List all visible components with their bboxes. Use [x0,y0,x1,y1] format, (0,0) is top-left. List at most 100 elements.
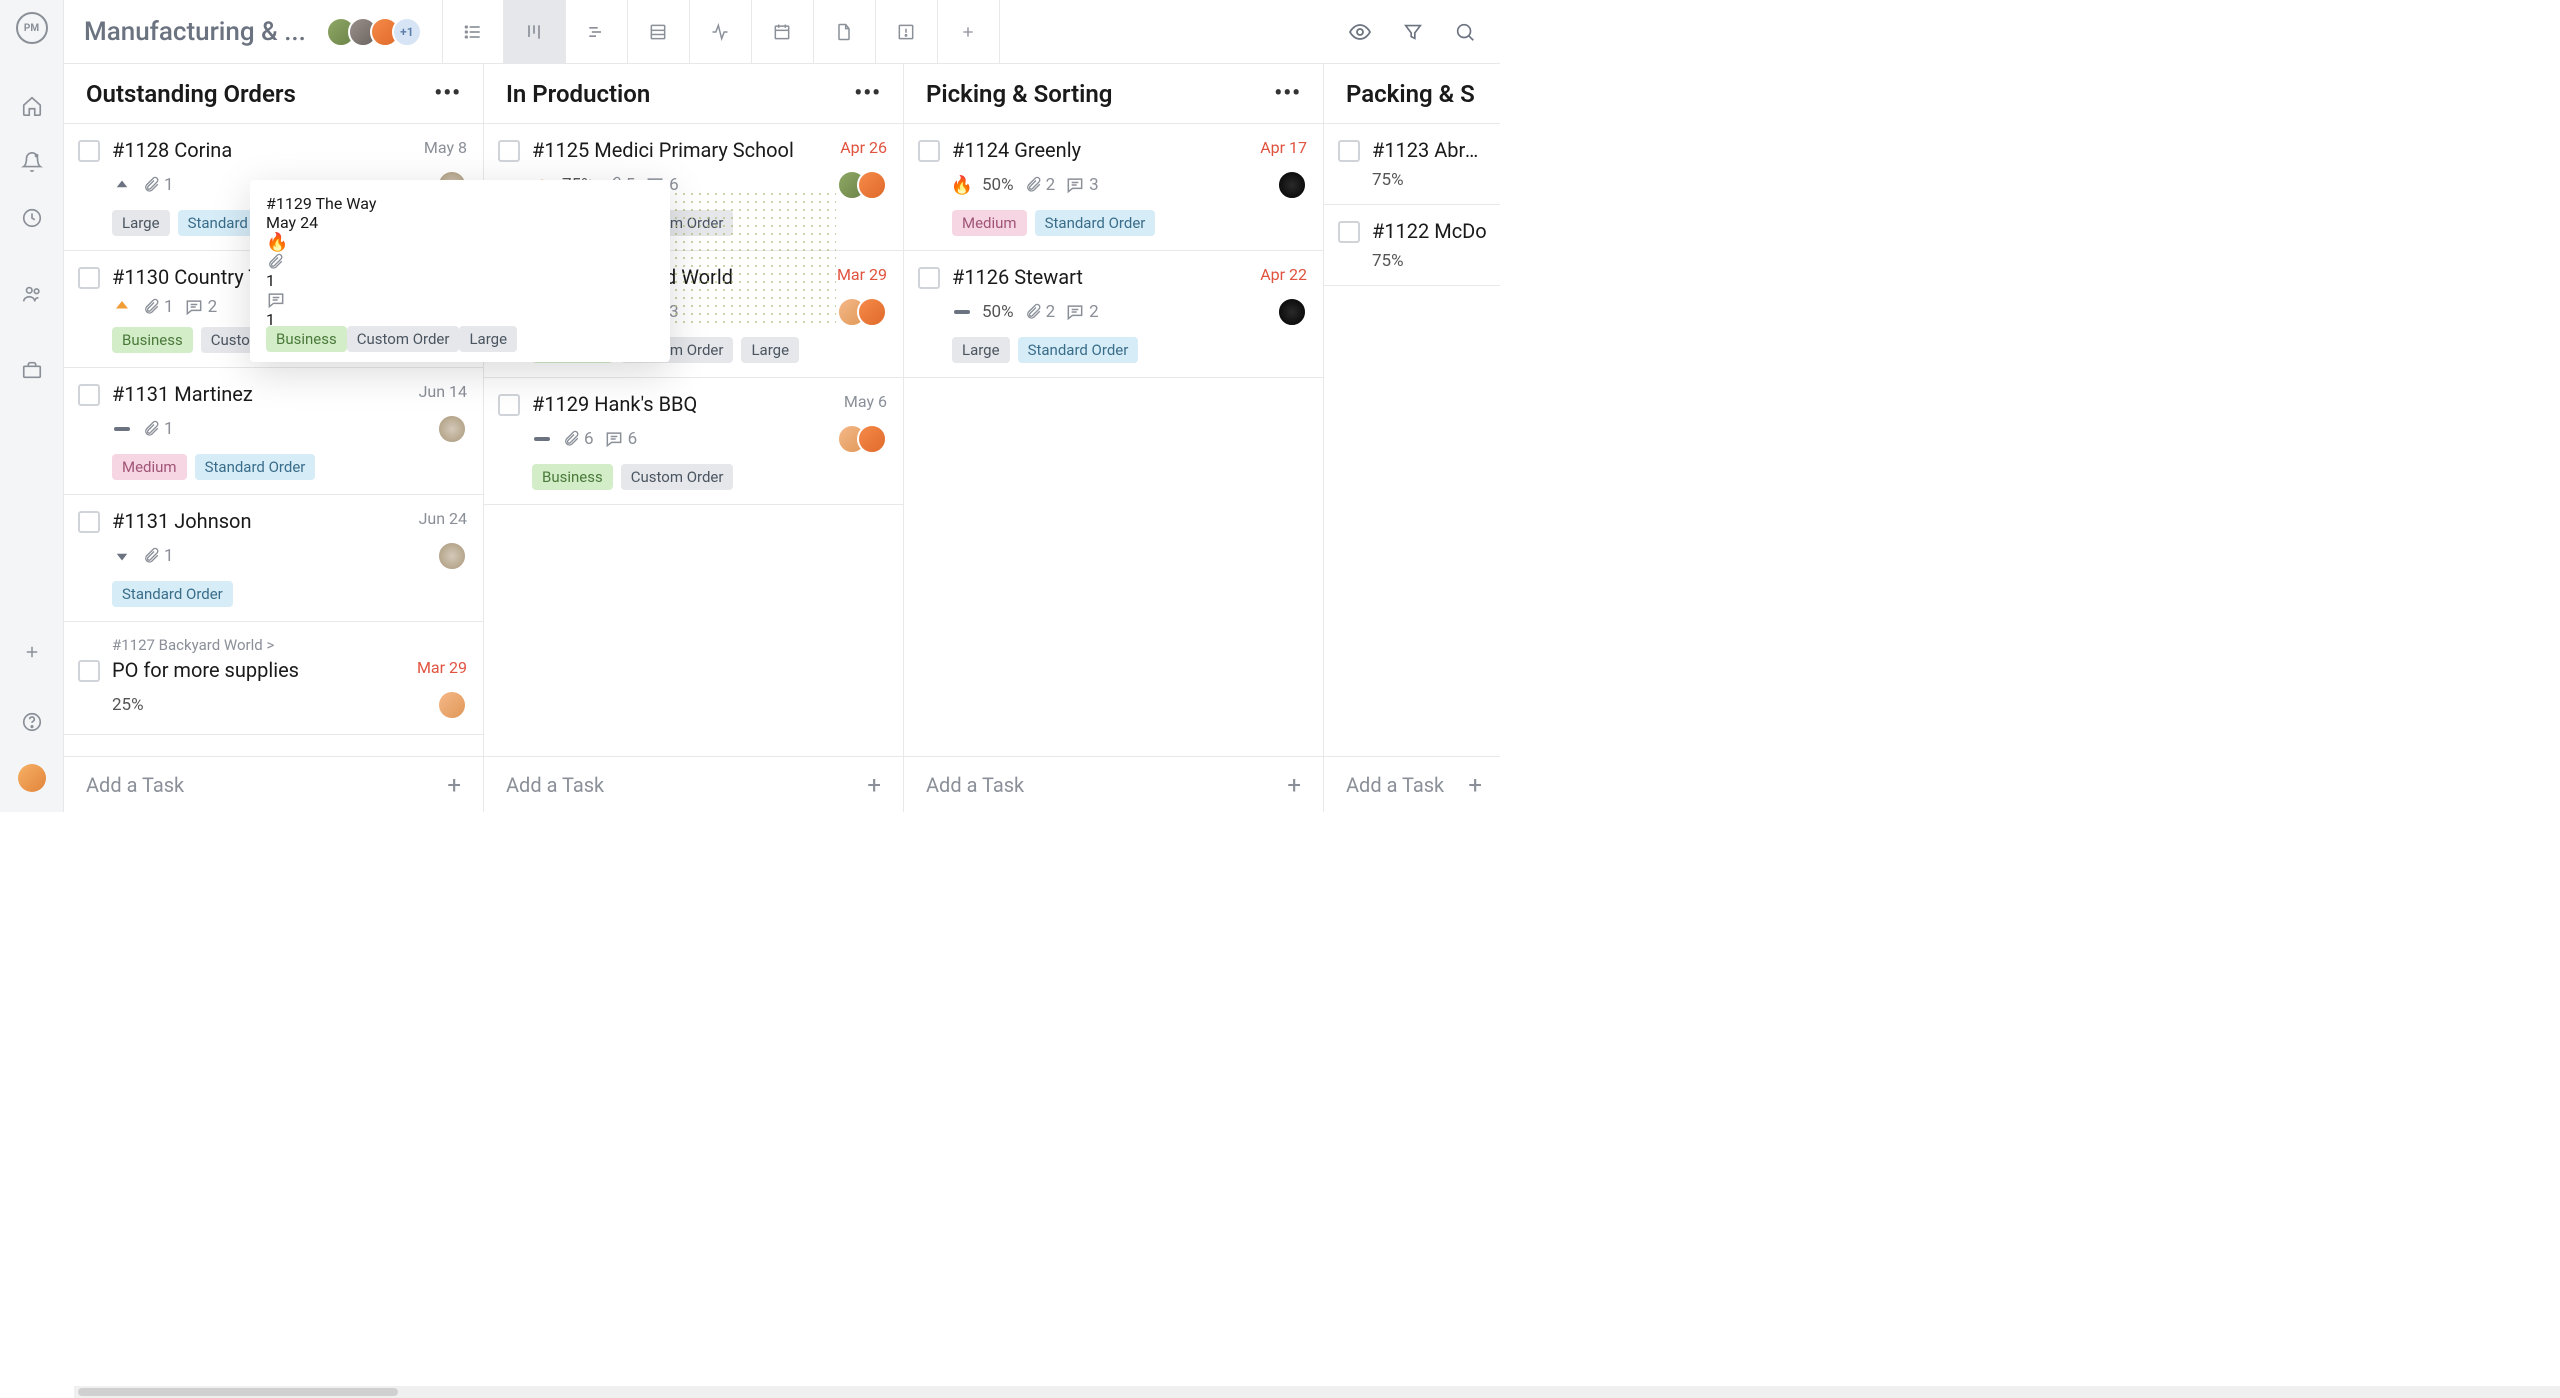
assignee-avatar[interactable] [437,541,467,571]
assignees[interactable] [437,690,467,720]
assignees[interactable] [1277,170,1307,200]
tag[interactable]: Large [741,337,799,363]
task-card[interactable]: #1126 StewartApr 2250%22LargeStandard Or… [904,251,1323,378]
assignee-avatar[interactable] [1277,297,1307,327]
kanban-board: Outstanding Orders•••#1128 CorinaMay 81L… [64,64,1500,812]
task-checkbox[interactable] [498,140,520,162]
assignee-avatar[interactable] [857,424,887,454]
assignees[interactable] [437,414,467,444]
assignees[interactable] [437,541,467,571]
sheet-view-tab[interactable] [628,0,690,64]
column-menu-icon[interactable]: ••• [434,81,461,106]
column-menu-icon[interactable]: ••• [1274,81,1301,106]
column-menu-icon[interactable]: ••• [854,81,881,106]
app-logo[interactable]: PM [16,12,48,44]
tag[interactable]: Standard Order [112,581,233,607]
assignee-avatar[interactable] [437,414,467,444]
assignees[interactable] [837,297,887,327]
task-title[interactable]: #1123 Abram [1372,138,1488,162]
project-title[interactable]: Manufacturing & ... [84,17,306,47]
tag[interactable]: Business [112,327,193,353]
priority-down-icon [112,546,132,566]
task-checkbox[interactable] [78,384,100,406]
tag[interactable]: Large [112,210,170,236]
gantt-view-tab[interactable] [566,0,628,64]
task-checkbox[interactable] [78,511,100,533]
board-view-tab[interactable] [504,0,566,64]
add-task-button[interactable]: Add a Task+ [64,756,483,812]
current-user-avatar[interactable] [18,764,46,792]
calendar-view-tab[interactable] [752,0,814,64]
add-task-button[interactable]: Add a Task+ [484,756,903,812]
project-members[interactable]: +1 [326,17,422,47]
file-view-tab[interactable] [814,0,876,64]
filter-icon[interactable] [1402,21,1424,43]
tag[interactable]: Medium [112,454,187,480]
home-icon[interactable] [20,94,44,118]
risk-view-tab[interactable] [876,0,938,64]
tag[interactable]: Standard Order [1035,210,1156,236]
team-icon[interactable] [20,282,44,306]
briefcase-icon[interactable] [20,358,44,382]
due-date: Jun 24 [419,509,467,528]
assignee-avatar[interactable] [1277,170,1307,200]
task-title[interactable]: #1124 Greenly [952,138,1252,162]
list-view-tab[interactable] [442,0,504,64]
progress-percent: 75% [1372,170,1404,190]
assignee-avatar[interactable] [857,170,887,200]
tag[interactable]: Medium [952,210,1027,236]
assignees[interactable] [837,424,887,454]
due-date: May 24 [266,213,654,232]
task-title[interactable]: #1125 Medici Primary School [532,138,832,162]
task-title[interactable]: #1131 Johnson [112,509,411,533]
tag[interactable]: Business [532,464,613,490]
task-card[interactable]: #1131 Johnson Jun 24 1 Standard Order [64,495,483,622]
task-card[interactable]: #1127 Backyard World > PO for more suppli… [64,622,483,735]
attachment-count: 2 [1024,302,1056,322]
task-card[interactable]: #1123 Abram 75% [1324,124,1500,205]
task-checkbox[interactable] [78,140,100,162]
task-checkbox[interactable] [918,140,940,162]
task-title[interactable]: #1129 Hank's BBQ [532,392,836,416]
task-card[interactable]: #1122 McDo75% [1324,205,1500,286]
assignees[interactable] [1277,297,1307,327]
tag[interactable]: Custom Order [621,464,734,490]
task-title[interactable]: #1128 Corina [112,138,416,162]
assignee-avatar[interactable] [857,297,887,327]
help-icon[interactable] [20,710,44,734]
task-checkbox[interactable] [78,267,100,289]
task-checkbox[interactable] [1338,221,1360,243]
task-checkbox[interactable] [498,394,520,416]
add-view-tab[interactable] [938,0,1000,64]
clock-icon[interactable] [20,206,44,230]
assignee-avatar[interactable] [437,690,467,720]
priority-fire-icon: 🔥 [266,232,288,253]
task-card[interactable]: #1124 GreenlyApr 17🔥50%23MediumStandard … [904,124,1323,251]
parent-task-link[interactable]: #1127 Backyard World > [78,636,467,654]
task-card[interactable]: #1129 Hank's BBQMay 666BusinessCustom Or… [484,378,903,505]
task-title[interactable]: #1122 McDo [1372,219,1488,243]
task-title[interactable]: PO for more supplies [112,658,409,682]
tag[interactable]: Large [952,337,1010,363]
add-task-button[interactable]: Add a Task+ [904,756,1323,812]
visibility-icon[interactable] [1348,20,1372,44]
task-checkbox[interactable] [1338,140,1360,162]
member-more-count[interactable]: +1 [392,17,422,47]
horizontal-scrollbar[interactable] [74,1386,2560,1398]
dragging-card[interactable]: #1129 The WayMay 24🔥11BusinessCustom Ord… [250,180,670,362]
tag[interactable]: Standard Order [1018,337,1139,363]
add-task-button[interactable]: Add a Task+ [1324,756,1500,812]
attachment-count: 1 [142,546,174,566]
task-title[interactable]: #1131 Martinez [112,382,411,406]
task-checkbox[interactable] [918,267,940,289]
task-checkbox[interactable] [78,660,100,682]
task-title[interactable]: #1126 Stewart [952,265,1252,289]
assignees[interactable] [837,170,887,200]
tag[interactable]: Standard Order [195,454,316,480]
comment-count: 6 [604,429,638,449]
task-card[interactable]: #1131 MartinezJun 141MediumStandard Orde… [64,368,483,495]
search-icon[interactable] [1454,21,1476,43]
bell-icon[interactable] [20,150,44,174]
add-icon[interactable] [20,640,44,664]
activity-view-tab[interactable] [690,0,752,64]
